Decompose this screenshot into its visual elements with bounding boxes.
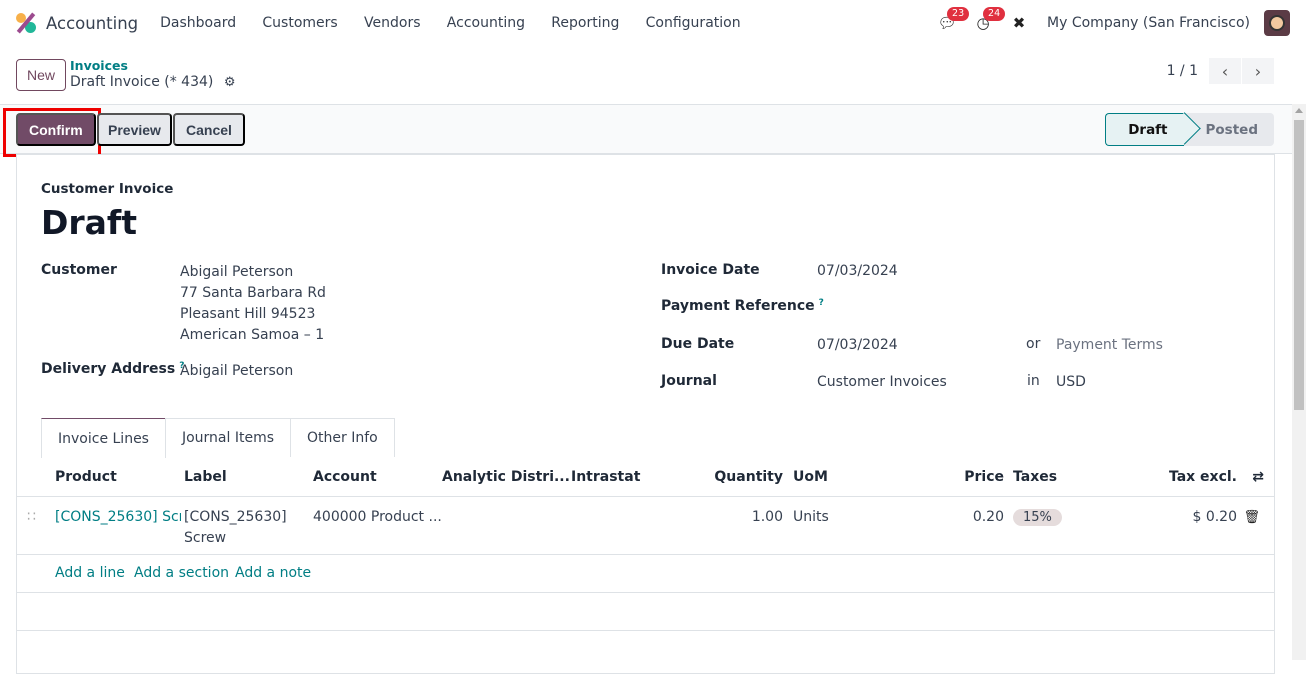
lines-table-header: Product Label Account Analytic Distri...… xyxy=(17,457,1274,497)
breadcrumb: Invoices Draft Invoice (* 434) ⚙ xyxy=(70,58,236,92)
invoice-title: Draft xyxy=(41,203,138,242)
in-label: in xyxy=(1027,373,1040,389)
tools-icon: ✖ xyxy=(1012,14,1026,32)
trash-icon[interactable]: 🗑︎ xyxy=(1243,507,1260,528)
chevron-right-icon: › xyxy=(1254,61,1262,81)
col-taxes[interactable]: Taxes xyxy=(1013,469,1057,485)
cell-quantity[interactable]: 1.00 xyxy=(752,507,783,528)
preview-button[interactable]: Preview xyxy=(97,113,172,146)
col-product[interactable]: Product xyxy=(55,469,117,485)
due-date-field[interactable]: 07/03/2024 xyxy=(817,337,898,353)
breadcrumb-invoices[interactable]: Invoices xyxy=(70,58,235,73)
app-name[interactable]: Accounting xyxy=(46,14,138,33)
customer-country: American Samoa – 1 xyxy=(180,327,325,343)
menu-vendors[interactable]: Vendors xyxy=(364,15,420,31)
gear-icon[interactable]: ⚙ xyxy=(224,75,236,90)
company-switcher[interactable]: My Company (San Francisco) xyxy=(1047,15,1250,31)
form-statusbar: Confirm Preview Cancel Draft Posted xyxy=(0,104,1292,157)
activities-button[interactable]: ◷ 24 xyxy=(965,7,1006,35)
delivery-address-label: Delivery Address? xyxy=(41,361,185,377)
scrollbar[interactable] xyxy=(1292,104,1306,660)
tab-other-info[interactable]: Other Info xyxy=(290,418,395,457)
pager-value[interactable]: 1 / 1 xyxy=(1167,63,1198,79)
col-uom[interactable]: UoM xyxy=(793,469,828,485)
customer-city: Pleasant Hill 94523 xyxy=(180,306,316,322)
menu-configuration[interactable]: Configuration xyxy=(646,15,741,31)
cancel-button[interactable]: Cancel xyxy=(173,113,245,146)
col-intrastat[interactable]: Intrastat xyxy=(571,469,640,485)
add-row: Add a line Add a section Add a note xyxy=(17,555,1274,593)
cell-product[interactable]: [CONS_25630] Scre xyxy=(55,507,181,528)
pager-next-button[interactable]: › xyxy=(1242,58,1274,84)
payment-terms-input[interactable]: Payment Terms xyxy=(1056,337,1163,353)
empty-row xyxy=(17,593,1274,631)
scrollbar-thumb[interactable] xyxy=(1294,120,1304,410)
cell-label[interactable]: [CONS_25630] Screw xyxy=(184,507,287,549)
form-sheet: Customer Invoice Draft Customer Abigail … xyxy=(16,154,1275,674)
cell-taxes[interactable]: 15% xyxy=(1013,507,1062,528)
customer-label: Customer xyxy=(41,262,117,278)
menu-accounting[interactable]: Accounting xyxy=(447,15,525,31)
tax-badge: 15% xyxy=(1013,509,1062,526)
add-line-link[interactable]: Add a line xyxy=(55,565,125,581)
tab-invoice-lines[interactable]: Invoice Lines xyxy=(41,418,166,458)
chevron-left-icon: ‹ xyxy=(1221,61,1229,81)
top-navbar: Accounting Dashboard Customers Vendors A… xyxy=(0,0,1306,46)
journal-field[interactable]: Customer Invoices xyxy=(817,374,947,390)
app-logo-icon[interactable] xyxy=(16,12,36,34)
optional-columns-icon[interactable]: ⇄ xyxy=(1252,469,1264,485)
add-note-link[interactable]: Add a note xyxy=(235,565,311,581)
menu-customers[interactable]: Customers xyxy=(262,15,337,31)
currency-field[interactable]: USD xyxy=(1056,374,1086,390)
col-price[interactable]: Price xyxy=(964,469,1004,485)
cell-account[interactable]: 400000 Product ... xyxy=(313,507,442,528)
debug-tools-button[interactable]: ✖ xyxy=(1001,11,1037,35)
pager: 1 / 1 ‹ › xyxy=(1167,58,1274,84)
invoice-date-label: Invoice Date xyxy=(661,262,760,278)
drag-handle-icon[interactable]: ∷ xyxy=(27,507,36,528)
scroll-up-icon[interactable] xyxy=(1295,108,1303,113)
col-subtotal[interactable]: Tax excl. xyxy=(1169,469,1237,485)
payment-reference-input[interactable] xyxy=(817,298,1217,318)
cell-price[interactable]: 0.20 xyxy=(973,507,1004,528)
cell-subtotal: $ 0.20 xyxy=(1192,509,1237,525)
invoice-date-field[interactable]: 07/03/2024 xyxy=(817,263,898,279)
add-section-link[interactable]: Add a section xyxy=(134,565,229,581)
journal-label: Journal xyxy=(661,373,717,389)
main-menu: Dashboard Customers Vendors Accounting R… xyxy=(160,15,762,31)
highlight-box xyxy=(3,108,101,157)
notebook-tabs: Invoice Lines Journal Items Other Info xyxy=(41,418,395,458)
col-account[interactable]: Account xyxy=(313,469,377,485)
move-type-label: Customer Invoice xyxy=(41,181,174,197)
new-button[interactable]: New xyxy=(16,59,67,91)
customer-street: 77 Santa Barbara Rd xyxy=(180,285,326,301)
status-stages: Draft Posted xyxy=(1105,113,1274,146)
col-analytic[interactable]: Analytic Distri... xyxy=(442,469,570,485)
customer-name: Abigail Peterson xyxy=(180,264,294,280)
table-row[interactable]: ∷ [CONS_25630] Scre [CONS_25630] Screw 40… xyxy=(17,497,1274,555)
user-avatar[interactable] xyxy=(1264,10,1290,36)
pager-previous-button[interactable]: ‹ xyxy=(1209,58,1241,84)
due-date-label: Due Date xyxy=(661,336,735,352)
stage-draft[interactable]: Draft xyxy=(1105,113,1184,146)
customer-field[interactable]: Abigail Peterson 77 Santa Barbara Rd Ple… xyxy=(180,262,326,346)
cell-uom[interactable]: Units xyxy=(793,507,829,528)
or-label: or xyxy=(1026,336,1041,352)
tab-journal-items[interactable]: Journal Items xyxy=(164,418,292,457)
control-panel: New Invoices Draft Invoice (* 434) ⚙ 1 /… xyxy=(0,46,1306,104)
messages-button[interactable]: 💬︎ 23 xyxy=(929,7,970,35)
menu-reporting[interactable]: Reporting xyxy=(551,15,619,31)
menu-dashboard[interactable]: Dashboard xyxy=(160,15,236,31)
breadcrumb-current: Draft Invoice (* 434) xyxy=(70,73,214,90)
col-quantity[interactable]: Quantity xyxy=(714,469,783,485)
payment-reference-label: Payment Reference? xyxy=(661,298,824,314)
col-label[interactable]: Label xyxy=(184,469,227,485)
delivery-address-field[interactable]: Abigail Peterson xyxy=(180,363,293,379)
